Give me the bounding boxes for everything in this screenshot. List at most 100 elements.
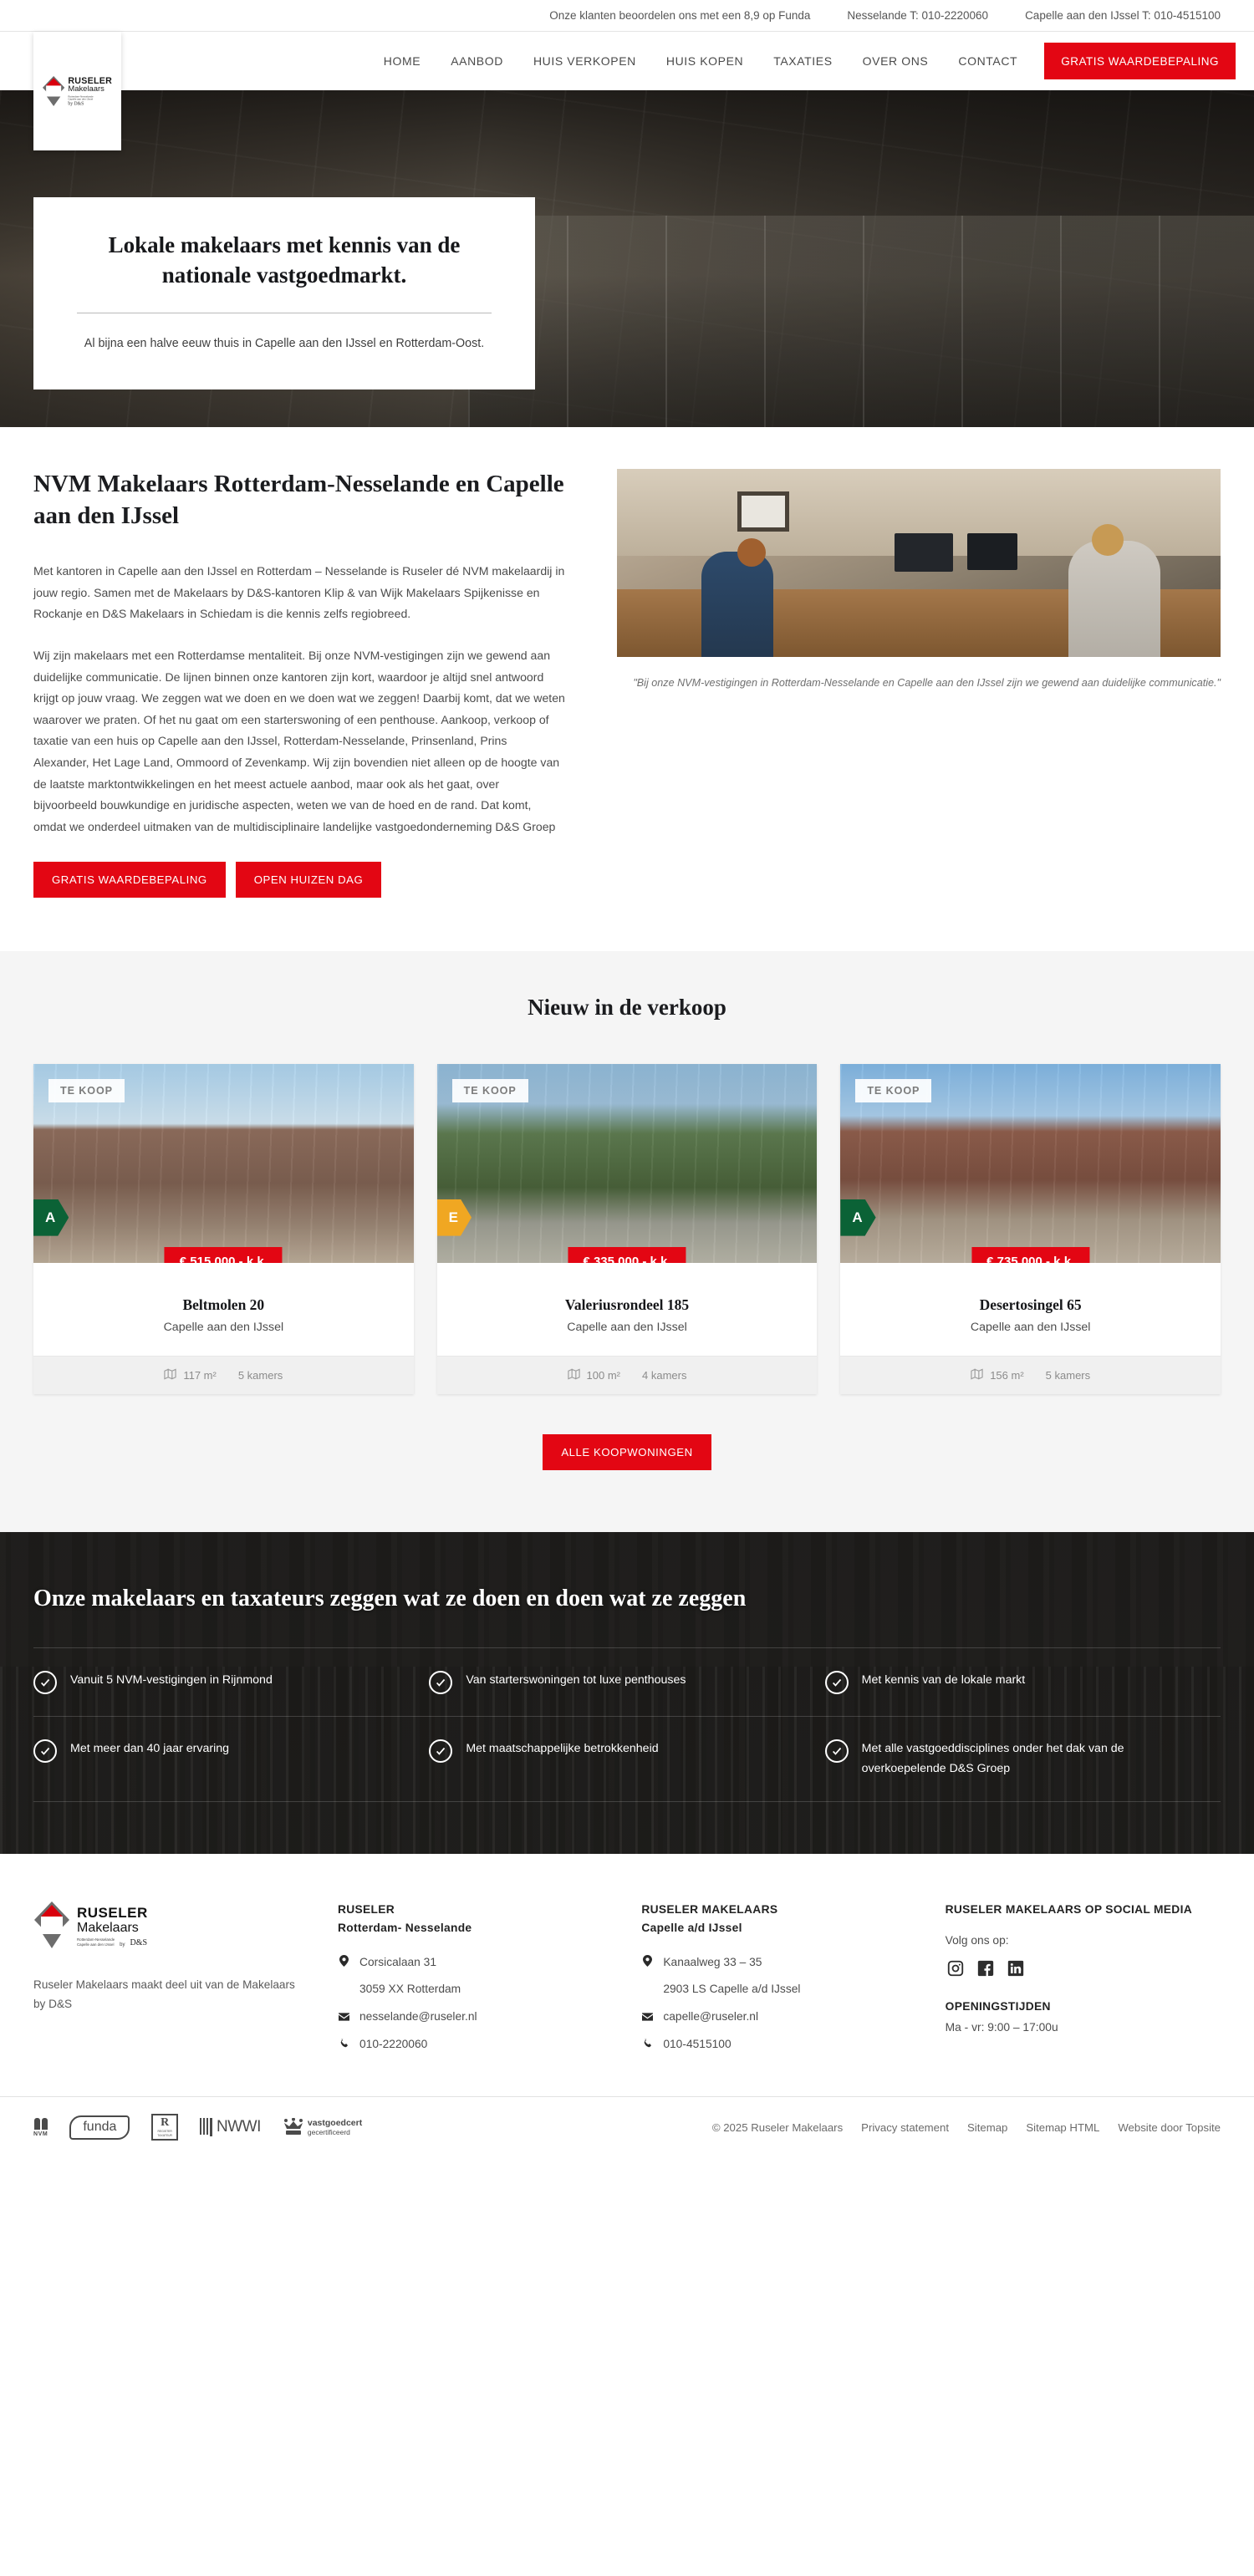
listing-body: Desertosingel 65 Capelle aan den IJssel [840,1262,1221,1356]
site-logo[interactable]: RUSELER Makelaars Rotterdam-Nesselande C… [33,32,121,150]
vastgoedcert-logo-icon: vastgoedcert gecertificeerd [283,2117,362,2136]
footer: RUSELER Makelaars Rotterdam-Nesselande C… [0,1853,1254,2097]
nav-item-contact[interactable]: CONTACT [943,54,1032,68]
floorplan-icon [164,1368,176,1382]
listing-area: 100 m² [586,1368,620,1382]
footer-office-title: RUSELER Rotterdam- Nesselande [338,1902,472,1934]
listing-rooms: 4 kamers [642,1368,687,1382]
footer-address-line-2: • 2903 LS Capelle a/d IJssel [641,1981,916,1998]
status-badge: TE KOOP [48,1078,125,1102]
nav-item-home[interactable]: HOME [369,54,436,68]
check-icon [33,1739,57,1763]
listing-price: € 335.000,- k.k. [568,1246,686,1263]
phone-capelle[interactable]: Capelle aan den IJssel T: 010-4515100 [1025,9,1221,22]
link-privacy-statement[interactable]: Privacy statement [861,2121,949,2134]
nwwi-logo-icon: NWWI [200,2118,261,2137]
footer-note: Ruseler Makelaars maakt deel uit van de … [33,1978,295,2010]
status-badge: TE KOOP [855,1078,932,1102]
bottom-links: © 2025 Ruseler Makelaars Privacy stateme… [712,2121,1221,2134]
usp-label: Met meer dan 40 jaar ervaring [70,1741,230,1755]
usp-item: Vanuit 5 NVM-vestigingen in Rijnmond [33,1647,430,1716]
listings-section: Nieuw in de verkoop TE KOOP A € 515.000,… [0,950,1254,1532]
envelope-icon [641,2009,654,2026]
hero-card: Lokale makelaars met kennis van de natio… [33,197,535,390]
all-listings-wrap: ALLE KOOPWONINGEN [33,1433,1221,1470]
nvm-logo-icon: NVM [33,2117,48,2137]
footer-hours: Ma - vr: 9:00 – 17:00u [945,2020,1058,2034]
listing-card[interactable]: TE KOOP E € 335.000,- k.k. Valeriusronde… [436,1063,818,1394]
usp-label: Van starterswoningen tot luxe penthouses [466,1672,686,1687]
open-huizen-dag-button[interactable]: OPEN HUIZEN DAG [235,861,382,898]
footer-office-title: RUSELER MAKELAARS Capelle a/d IJssel [641,1902,778,1934]
usp-heading: Onze makelaars en taxateurs zeggen wat z… [33,1585,747,1611]
usp-item: Met maatschappelijke betrokkenheid [429,1715,825,1802]
listing-city: Capelle aan den IJssel [567,1320,687,1334]
footer-phone-line[interactable]: 010-2220060 [338,2036,613,2054]
link-sitemap-html[interactable]: Sitemap HTML [1026,2121,1099,2134]
footer-logo-tagline: Rotterdam-Nesselande Capelle aan den IJs… [77,1937,115,1947]
footer-logo-subtitle: Makelaars [77,1921,139,1936]
footer-logo-column: RUSELER Makelaars Rotterdam-Nesselande C… [33,1901,309,2064]
instagram-icon[interactable] [946,1958,966,1978]
usp-label: Vanuit 5 NVM-vestigingen in Rijnmond [70,1672,273,1687]
phone-nesselande[interactable]: Nesselande T: 010-2220060 [847,9,988,22]
phone-icon [641,2037,654,2054]
nav-item-huis-kopen[interactable]: HUIS KOPEN [651,54,758,68]
energy-label: E [437,1199,472,1236]
usp-item: Van starterswoningen tot luxe penthouses [429,1647,825,1716]
check-icon [824,1739,849,1763]
footer-email-line[interactable]: nesselande@ruseler.nl [338,2008,613,2026]
listing-photo: TE KOOP A € 735.000,- k.k. [840,1063,1221,1263]
nav-item-huis-verkopen[interactable]: HUIS VERKOPEN [518,54,651,68]
energy-label: A [840,1199,875,1236]
nav-links: HOME AANBOD HUIS VERKOPEN HUIS KOPEN TAX… [369,32,1032,90]
listing-card[interactable]: TE KOOP A € 735.000,- k.k. Desertosingel… [840,1063,1221,1394]
intro-paragraph-1: Met kantoren in Capelle aan den IJssel e… [33,563,565,621]
footer-address-line: Kanaalweg 33 – 35 [641,1954,916,1972]
floorplan-icon [567,1368,580,1382]
footer-logo[interactable]: RUSELER Makelaars Rotterdam-Nesselande C… [33,1901,309,1953]
listing-area: 117 m² [183,1368,217,1382]
check-icon [429,1670,453,1694]
top-info-bar: Onze klanten beoordelen ons met een 8,9 … [0,0,1254,32]
footer-phone-line[interactable]: 010-4515100 [641,2036,916,2054]
logo-ds-mark: by D&S [68,100,84,106]
footer-email-line[interactable]: capelle@ruseler.nl [641,2008,916,2026]
nav-cta-waardebepaling[interactable]: GRATIS WAARDEBEPALING [1044,43,1236,79]
link-website-door-topsite[interactable]: Website door Topsite [1118,2121,1221,2134]
link-sitemap[interactable]: Sitemap [967,2121,1007,2134]
energy-label: A [33,1199,69,1236]
social-links [946,1958,1221,1978]
usp-item: Met meer dan 40 jaar ervaring [33,1715,430,1802]
linkedin-icon[interactable] [1006,1958,1026,1978]
alle-koopwoningen-button[interactable]: ALLE KOOPWONINGEN [543,1433,711,1470]
envelope-icon [338,2009,350,2026]
nav-item-taxaties[interactable]: TAXATIES [758,54,847,68]
spacer-icon: • [338,1982,350,1998]
intro-media-column: "Bij onze NVM-vestigingen in Rotterdam-N… [617,469,1221,898]
check-icon [824,1670,849,1694]
listing-meta: 156 m² 5 kamers [840,1355,1221,1394]
usp-label: Met kennis van de lokale markt [861,1672,1026,1687]
listing-rooms: 5 kamers [1045,1368,1091,1382]
footer-address-line-2: • 3059 XX Rotterdam [338,1981,613,1998]
gratis-waardebepaling-button[interactable]: GRATIS WAARDEBEPALING [33,861,226,898]
funda-rating-text: Onze klanten beoordelen ons met een 8,9 … [549,9,811,22]
usp-item: Met alle vastgoeddisciplines onder het d… [824,1715,1221,1802]
usp-section: Onze makelaars en taxateurs zeggen wat z… [0,1532,1254,1854]
nav-item-aanbod[interactable]: AANBOD [436,54,518,68]
hero-subtitle: Al bijna een halve eeuw thuis in Capelle… [84,336,485,350]
intro-quote: "Bij onze NVM-vestigingen in Rotterdam-N… [633,677,1221,689]
check-icon [33,1670,57,1694]
facebook-icon[interactable] [976,1958,996,1978]
footer-address-line: Corsicalaan 31 [338,1954,613,1972]
footer-ds-mark: D&S [130,1937,148,1947]
floorplan-icon [971,1368,983,1382]
listing-card[interactable]: TE KOOP A € 515.000,- k.k. Beltmolen 20 … [33,1063,414,1394]
nav-item-over-ons[interactable]: OVER ONS [848,54,944,68]
logo-diamond-icon [43,75,66,107]
usp-grid: Vanuit 5 NVM-vestigingen in Rijnmond Van… [33,1647,1221,1802]
intro-text-column: NVM Makelaars Rotterdam-Nesselande en Ca… [33,469,565,898]
listing-area: 156 m² [990,1368,1024,1382]
footer-social-column: RUSELER MAKELAARS OP SOCIAL MEDIA Volg o… [946,1901,1221,2064]
